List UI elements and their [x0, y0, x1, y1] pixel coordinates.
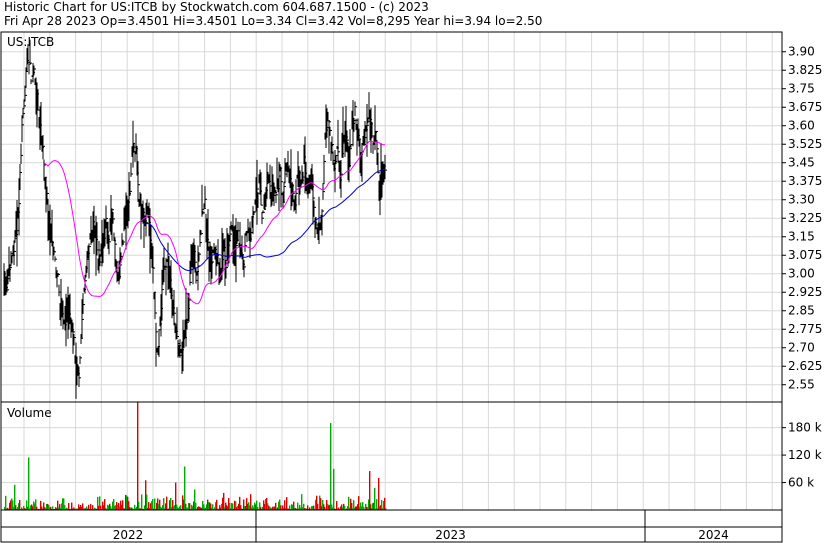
price-tick-label: 2.925 [788, 285, 822, 299]
volume-tick-label: 120 k [788, 448, 822, 462]
price-panel-frame [0, 31, 783, 403]
volume-bar [141, 494, 143, 510]
volume-label: Volume [7, 406, 52, 420]
chart-frames [0, 31, 783, 543]
price-tick-label: 2.85 [788, 304, 815, 318]
price-tick-label: 2.55 [788, 378, 815, 392]
price-tick-label: 3.375 [788, 174, 822, 188]
stock-chart: 3.90 3.825 3.75 3.675 3.60 3.525 3.45 3.375 3.30… [0, 31, 822, 543]
price-tick-label: 3.825 [788, 63, 822, 77]
price-bars [3, 39, 387, 399]
volume-bar [137, 402, 139, 510]
price-tick-label: 3.075 [788, 248, 822, 262]
quote-summary: Fri Apr 28 2023 Op=3.4501 Hi=3.4501 Lo=3… [4, 14, 543, 28]
volume-bar [369, 471, 371, 510]
volume-bar [184, 466, 186, 510]
price-tick-label: 2.775 [788, 322, 822, 336]
volume-bar [19, 499, 21, 510]
year-label: 2024 [698, 528, 729, 542]
volume-bar [333, 468, 335, 510]
volume-bar [378, 477, 380, 510]
volume-bar [68, 503, 70, 510]
price-tick-label: 3.15 [788, 230, 815, 244]
price-tick-label: 3.60 [788, 119, 815, 133]
volume-tick-label: 60 k [788, 476, 814, 490]
price-tick-label: 3.675 [788, 100, 822, 114]
volume-axis-ticks: 60 k 120 k 180 k [782, 421, 822, 490]
year-label: 2022 [113, 528, 144, 542]
volume-bar [166, 496, 168, 510]
volume-bar [152, 499, 154, 510]
volume-bar [154, 498, 156, 510]
price-axis-ticks: 3.90 3.825 3.75 3.675 3.60 3.525 3.45 3.375 3.30… [782, 45, 822, 392]
volume-bar [5, 495, 7, 510]
volume-bar [163, 498, 165, 510]
price-tick-label: 3.225 [788, 211, 822, 225]
price-tick-label: 3.90 [788, 45, 815, 59]
volume-bar [189, 503, 191, 510]
price-tick-label: 3.00 [788, 267, 815, 281]
volume-panel-frame [0, 401, 783, 511]
volume-bars [4, 402, 387, 510]
volume-bar [286, 497, 288, 510]
price-tick-label: 2.625 [788, 359, 822, 373]
year-label: 2023 [435, 528, 466, 542]
price-tick-label: 3.30 [788, 193, 815, 207]
time-axis: 2022 2023 2024 [113, 510, 729, 542]
chart-title: Historic Chart for US:ITCB by Stockwatch… [4, 0, 429, 14]
price-tick-label: 3.525 [788, 137, 822, 151]
volume-bar [374, 488, 376, 510]
chart-grid [1, 32, 782, 510]
volume-bar [330, 423, 332, 510]
volume-tick-label: 180 k [788, 421, 822, 435]
volume-bar [146, 494, 148, 510]
volume-bar [28, 457, 30, 510]
volume-bar [216, 499, 218, 510]
price-tick-label: 3.45 [788, 156, 815, 170]
price-tick-label: 3.75 [788, 82, 815, 96]
symbol-label: US:ITCB [7, 35, 54, 49]
price-tick-label: 2.70 [788, 341, 815, 355]
